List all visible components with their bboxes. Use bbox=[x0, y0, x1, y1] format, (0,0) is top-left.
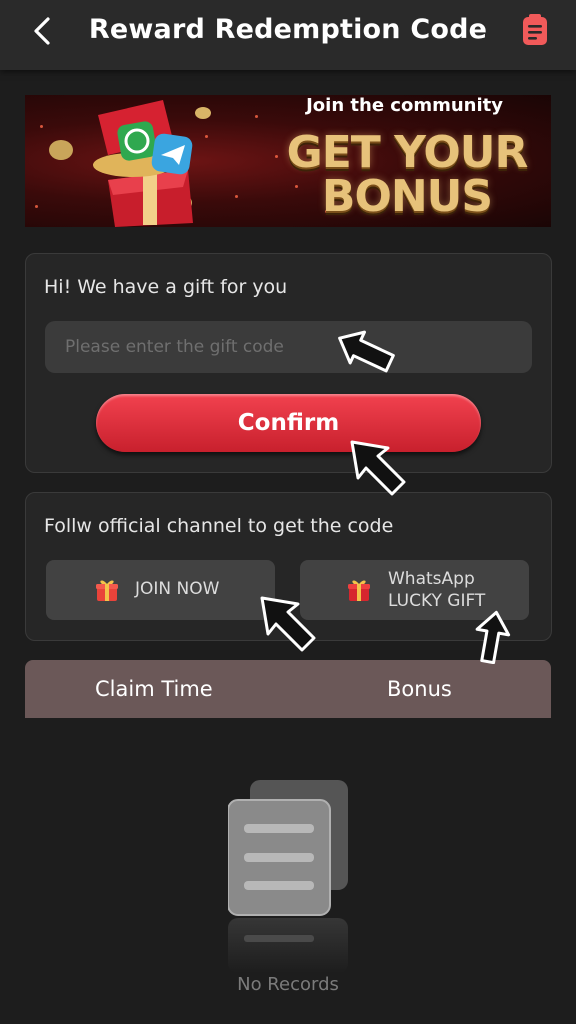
empty-records-text: No Records bbox=[237, 974, 339, 995]
page-title: Reward Redemption Code bbox=[88, 14, 488, 45]
bonus-banner[interactable]: Join the community GET YOUR BONUS bbox=[25, 95, 551, 227]
whatsapp-label-line1: WhatsApp bbox=[388, 569, 475, 589]
whatsapp-lucky-gift-button[interactable]: WhatsApp LUCKY GIFT bbox=[300, 560, 529, 620]
top-bar: Reward Redemption Code bbox=[0, 0, 576, 70]
join-now-button[interactable]: JOIN NOW bbox=[46, 560, 275, 620]
column-claim-time: Claim Time bbox=[95, 677, 213, 701]
confirm-button[interactable]: Confirm bbox=[96, 394, 481, 452]
gift-code-input[interactable] bbox=[45, 321, 532, 373]
banner-title: GET YOUR BONUS bbox=[286, 127, 529, 222]
official-channel-card: Follw official channel to get the code J… bbox=[25, 492, 552, 641]
column-bonus: Bonus bbox=[387, 677, 452, 701]
whatsapp-lucky-gift-label: WhatsApp LUCKY GIFT bbox=[388, 568, 485, 612]
channel-instruction: Follw official channel to get the code bbox=[44, 515, 394, 537]
gift-greeting: Hi! We have a gift for you bbox=[44, 276, 288, 298]
empty-records-icon bbox=[228, 780, 348, 973]
records-table-header: Claim Time Bonus bbox=[25, 660, 551, 718]
banner-subtitle: Join the community bbox=[306, 95, 503, 116]
gift-box-illustration bbox=[49, 100, 211, 227]
document-icon bbox=[523, 14, 547, 45]
join-now-label: JOIN NOW bbox=[135, 579, 220, 599]
records-button[interactable] bbox=[522, 14, 550, 46]
gift-icon bbox=[348, 580, 370, 601]
gift-icon bbox=[96, 580, 118, 601]
whatsapp-label-line2: LUCKY GIFT bbox=[388, 591, 486, 611]
gift-code-card: Hi! We have a gift for you Confirm bbox=[25, 253, 552, 473]
